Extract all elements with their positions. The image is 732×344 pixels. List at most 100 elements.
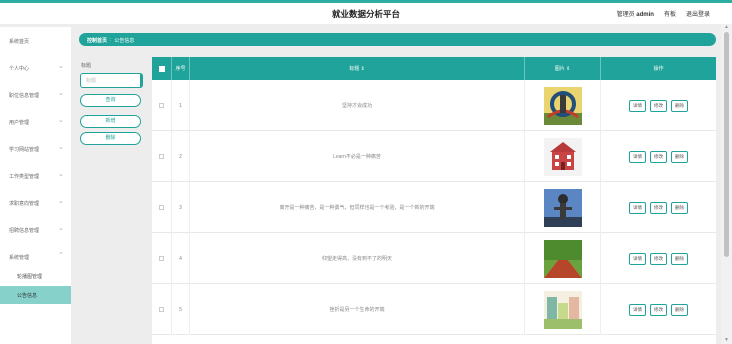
sidebar-item-intentions[interactable]: 求职意向管理 ⌄ bbox=[0, 194, 71, 212]
sidebar-item-learning[interactable]: 学习网站管理 ⌄ bbox=[0, 140, 71, 158]
scroll-down-icon[interactable]: ▼ bbox=[724, 337, 729, 343]
username: admin bbox=[636, 12, 654, 18]
sidebar-item-profile[interactable]: 个人中心 ⌄ bbox=[0, 59, 71, 77]
sidebar-item-label: 招聘信息管理 bbox=[9, 228, 40, 234]
row-select-cell bbox=[152, 284, 172, 335]
detail-button[interactable]: 详情 bbox=[629, 252, 646, 265]
row-title: 仰望走得高，没有到不了的明天 bbox=[190, 233, 525, 284]
delete-row-button[interactable]: 删除 bbox=[671, 150, 688, 163]
row-select-cell bbox=[152, 131, 172, 182]
scroll-up-icon[interactable]: ▲ bbox=[724, 24, 729, 30]
delete-row-button[interactable]: 删除 bbox=[671, 99, 688, 112]
edit-button[interactable]: 修改 bbox=[650, 150, 667, 163]
search-label: 标题 bbox=[81, 63, 92, 69]
row-actions: 详情 修改 删除 bbox=[601, 131, 716, 182]
detail-button[interactable]: 详情 bbox=[629, 99, 646, 112]
delete-row-button[interactable]: 删除 bbox=[671, 303, 688, 316]
sidebar-item-label: 工作类型管理 bbox=[9, 174, 40, 180]
edit-button[interactable]: 修改 bbox=[650, 201, 667, 214]
column-header-image[interactable]: 图片 ⇕ bbox=[525, 57, 601, 80]
edit-button[interactable]: 修改 bbox=[650, 303, 667, 316]
sidebar-item-home[interactable]: 系统首页 bbox=[0, 32, 71, 50]
user-info: 管理员 admin bbox=[617, 9, 654, 18]
chevron-down-icon: ⌄ bbox=[58, 144, 64, 151]
row-image-cell bbox=[525, 284, 601, 335]
row-select-cell bbox=[152, 233, 172, 284]
query-button[interactable]: 查询 bbox=[80, 94, 141, 107]
row-select-cell bbox=[152, 182, 172, 233]
sidebar-subitem-carousel[interactable]: 轮播图管理 bbox=[0, 267, 71, 285]
red-building-image bbox=[543, 137, 582, 176]
chevron-down-icon: ⌄ bbox=[58, 171, 64, 178]
row-image-cell bbox=[525, 182, 601, 233]
chevron-up-icon: ⌃ bbox=[58, 252, 64, 259]
select-all-checkbox[interactable] bbox=[158, 65, 165, 72]
row-image-cell bbox=[525, 80, 601, 131]
row-checkbox[interactable] bbox=[159, 154, 164, 159]
front-link[interactable]: 有板 bbox=[664, 9, 676, 18]
chevron-down-icon: ⌄ bbox=[58, 198, 64, 205]
row-title: 离开是一种痛苦，是一种勇气，但同样也是一个考验，是一个新的开端 bbox=[190, 182, 525, 233]
row-title: 挫折是另一个生命的开端 bbox=[190, 284, 525, 335]
search-input[interactable] bbox=[80, 73, 143, 88]
breadcrumb-home[interactable]: 控制首页 bbox=[87, 37, 107, 44]
sidebar: 系统首页 个人中心 ⌄ 职位信息管理 ⌄ 用户管理 ⌄ 学习网站管理 ⌄ 工作类型管理 ⌄… bbox=[0, 27, 71, 344]
delete-row-button[interactable]: 删除 bbox=[671, 252, 688, 265]
sidebar-item-system[interactable]: 系统管理 ⌃ bbox=[0, 248, 71, 266]
data-table: 序号 标题 ⇕ 图片 ⇕ 操作 1 坚持才会成功 详情 修改 删除 2 Lear… bbox=[152, 57, 716, 344]
sidebar-item-users[interactable]: 用户管理 ⌄ bbox=[0, 113, 71, 131]
row-index: 3 bbox=[172, 182, 190, 233]
row-actions: 详情 修改 删除 bbox=[601, 80, 716, 131]
row-select-cell bbox=[152, 80, 172, 131]
table-header: 序号 标题 ⇕ 图片 ⇕ 操作 bbox=[152, 57, 716, 80]
table-row: 2 Learn不必是一种痛苦 详情 修改 删除 bbox=[152, 131, 716, 182]
top-right-links: 管理员 admin 有板 退出登录 bbox=[617, 9, 710, 18]
row-actions: 详情 修改 删除 bbox=[601, 233, 716, 284]
row-checkbox[interactable] bbox=[159, 256, 164, 261]
page-scrollbar[interactable]: ▲ ▼ bbox=[721, 24, 732, 344]
row-index: 5 bbox=[172, 284, 190, 335]
illustrated-street-image bbox=[543, 290, 582, 329]
sidebar-item-label: 个人中心 bbox=[9, 66, 30, 72]
edit-button[interactable]: 修改 bbox=[650, 99, 667, 112]
sidebar-item-recruitment[interactable]: 招聘信息管理 ⌄ bbox=[0, 221, 71, 239]
row-title: 坚持才会成功 bbox=[190, 80, 525, 131]
sidebar-item-label: 用户管理 bbox=[9, 120, 30, 126]
row-checkbox[interactable] bbox=[159, 103, 164, 108]
logout-link[interactable]: 退出登录 bbox=[686, 9, 710, 18]
user-role: 管理员 bbox=[616, 12, 635, 18]
top-bar: 就业数据分析平台 管理员 admin 有板 退出登录 bbox=[0, 0, 732, 24]
breadcrumb-separator: : bbox=[110, 37, 112, 43]
breadcrumb-current: 公告信息 bbox=[114, 38, 135, 44]
chevron-down-icon: ⌄ bbox=[58, 225, 64, 232]
tree-lined-road-image bbox=[543, 239, 582, 278]
delete-button[interactable]: 删除 bbox=[80, 132, 141, 145]
row-checkbox[interactable] bbox=[159, 205, 164, 210]
chevron-down-icon: ⌄ bbox=[58, 63, 64, 70]
delete-row-button[interactable]: 删除 bbox=[671, 201, 688, 214]
row-index: 2 bbox=[172, 131, 190, 182]
row-checkbox[interactable] bbox=[159, 307, 164, 312]
sidebar-item-label: 求职意向管理 bbox=[9, 201, 40, 207]
column-header-title[interactable]: 标题 ⇕ bbox=[190, 57, 525, 80]
detail-button[interactable]: 详情 bbox=[629, 201, 646, 214]
row-index: 1 bbox=[172, 80, 190, 131]
sidebar-item-label: 系统首页 bbox=[9, 39, 30, 45]
chevron-down-icon: ⌄ bbox=[58, 90, 64, 97]
add-button[interactable]: 新增 bbox=[80, 115, 141, 128]
table-row: 4 仰望走得高，没有到不了的明天 详情 修改 删除 bbox=[152, 233, 716, 284]
sidebar-item-label: 学习网站管理 bbox=[9, 147, 40, 153]
row-actions: 详情 修改 删除 bbox=[601, 182, 716, 233]
row-image-cell bbox=[525, 233, 601, 284]
sidebar-item-label: 系统管理 bbox=[9, 255, 30, 261]
sidebar-subitem-notices[interactable]: 公告信息 bbox=[0, 286, 71, 304]
statue-blue-sky-image bbox=[543, 188, 582, 227]
sidebar-item-jobs[interactable]: 职位信息管理 ⌄ bbox=[0, 86, 71, 104]
scrollbar-thumb[interactable] bbox=[724, 32, 729, 257]
sidebar-item-work-types[interactable]: 工作类型管理 ⌄ bbox=[0, 167, 71, 185]
edit-button[interactable]: 修改 bbox=[650, 252, 667, 265]
detail-button[interactable]: 详情 bbox=[629, 303, 646, 316]
detail-button[interactable]: 详情 bbox=[629, 150, 646, 163]
table-row: 3 离开是一种痛苦，是一种勇气，但同样也是一个考验，是一个新的开端 详情 修改 … bbox=[152, 182, 716, 233]
chevron-down-icon: ⌄ bbox=[58, 117, 64, 124]
